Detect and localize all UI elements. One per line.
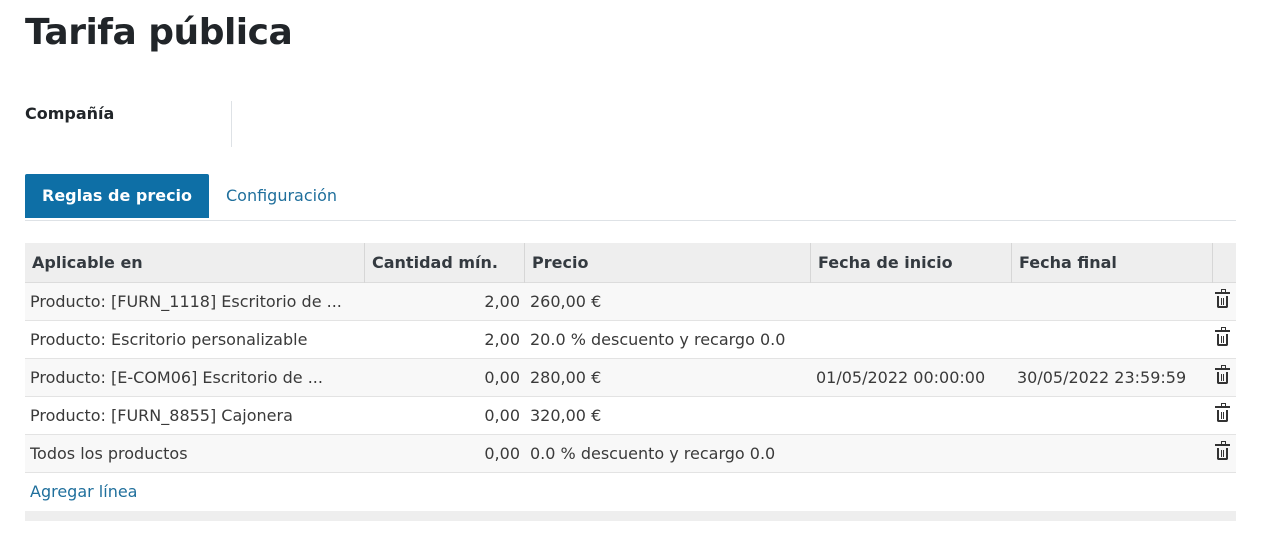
- trash-icon: [1215, 327, 1230, 346]
- cell-price: 0.0 % descuento y recargo 0.0: [530, 444, 776, 463]
- cell-start-date: [816, 435, 1011, 472]
- cell-applicable: Producto: [FURN_1118] Escritorio de ...: [30, 292, 342, 311]
- add-line-link[interactable]: Agregar línea: [30, 473, 137, 511]
- trash-icon: [1215, 403, 1230, 422]
- table-row[interactable]: Todos los productos 0,00 0.0 % descuento…: [25, 435, 1236, 473]
- tab-bar: Reglas de precio Configuración: [25, 174, 1236, 221]
- cell-start-date: 01/05/2022 00:00:00: [816, 368, 986, 387]
- page-title: Tarifa pública: [25, 12, 293, 53]
- cell-min-qty: 0,00: [484, 368, 520, 387]
- cell-min-qty: 2,00: [484, 330, 520, 349]
- cell-end-date: 30/05/2022 23:59:59: [1017, 368, 1187, 387]
- delete-row-button[interactable]: [1215, 397, 1236, 434]
- table-footer: [25, 511, 1236, 521]
- company-label: Compañía: [25, 104, 115, 123]
- column-header-start-date[interactable]: Fecha de inicio: [810, 243, 1012, 283]
- trash-icon: [1215, 365, 1230, 384]
- cell-end-date: [1017, 321, 1212, 358]
- cell-price: 320,00 €: [530, 406, 602, 425]
- delete-row-button[interactable]: [1215, 321, 1236, 358]
- column-header-end-date[interactable]: Fecha final: [1011, 243, 1213, 283]
- cell-start-date: [816, 321, 1011, 358]
- cell-price: 20.0 % descuento y recargo 0.0: [530, 330, 786, 349]
- cell-min-qty: 0,00: [484, 406, 520, 425]
- cell-price: 280,00 €: [530, 368, 602, 387]
- table-row[interactable]: Producto: [FURN_8855] Cajonera 0,00 320,…: [25, 397, 1236, 435]
- column-header-applicable[interactable]: Aplicable en: [25, 243, 365, 283]
- delete-row-button[interactable]: [1215, 435, 1236, 472]
- table-row[interactable]: Producto: Escritorio personalizable 2,00…: [25, 321, 1236, 359]
- tab-price-rules[interactable]: Reglas de precio: [25, 174, 210, 218]
- cell-end-date: [1017, 397, 1212, 434]
- cell-applicable: Producto: [E-COM06] Escritorio de ...: [30, 368, 323, 387]
- cell-end-date: [1017, 435, 1212, 472]
- cell-applicable: Producto: [FURN_8855] Cajonera: [30, 406, 293, 425]
- column-header-min-qty[interactable]: Cantidad mín.: [364, 243, 524, 283]
- cell-end-date: [1017, 283, 1212, 320]
- delete-row-button[interactable]: [1215, 359, 1236, 396]
- field-divider: [231, 101, 232, 147]
- column-header-price[interactable]: Precio: [524, 243, 811, 283]
- column-header-actions: [1212, 243, 1236, 283]
- cell-applicable: Todos los productos: [30, 444, 188, 463]
- price-rules-table: Aplicable en Cantidad mín. Precio Fecha …: [25, 243, 1236, 521]
- add-line-row: Agregar línea: [25, 473, 1236, 511]
- cell-price: 260,00 €: [530, 292, 602, 311]
- trash-icon: [1215, 289, 1230, 308]
- tab-configuration[interactable]: Configuración: [209, 174, 354, 218]
- cell-applicable: Producto: Escritorio personalizable: [30, 330, 308, 349]
- cell-start-date: [816, 397, 1011, 434]
- company-field[interactable]: [240, 104, 540, 128]
- table-row[interactable]: Producto: [E-COM06] Escritorio de ... 0,…: [25, 359, 1236, 397]
- cell-min-qty: 2,00: [484, 292, 520, 311]
- cell-min-qty: 0,00: [484, 444, 520, 463]
- table-header: Aplicable en Cantidad mín. Precio Fecha …: [25, 243, 1236, 283]
- cell-start-date: [816, 283, 1011, 320]
- table-row[interactable]: Producto: [FURN_1118] Escritorio de ... …: [25, 283, 1236, 321]
- delete-row-button[interactable]: [1215, 283, 1236, 320]
- trash-icon: [1215, 441, 1230, 460]
